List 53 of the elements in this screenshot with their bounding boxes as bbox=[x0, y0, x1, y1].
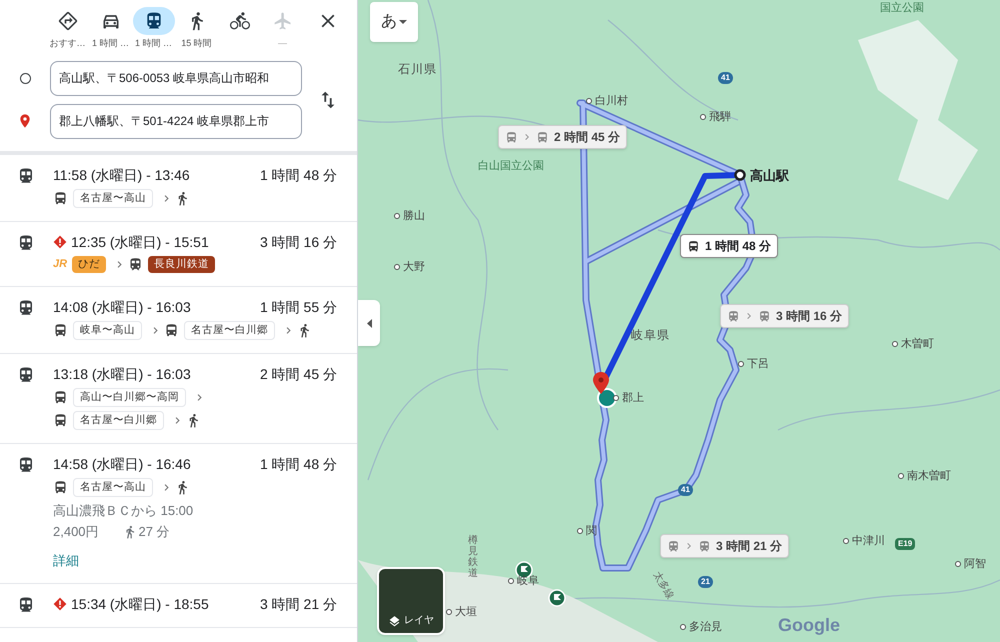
railway-label: 樽見鉄道 bbox=[468, 535, 478, 579]
departure-text: 高山濃飛ＢＣから 15:00 bbox=[53, 502, 194, 520]
road-shield: 21 bbox=[698, 576, 713, 588]
line-tag: 長良川鉄道 bbox=[148, 256, 216, 273]
duration: 1 時間 48 分 bbox=[260, 455, 337, 473]
town-label: 勝山 bbox=[403, 209, 425, 224]
duration: 1 時間 55 分 bbox=[260, 298, 337, 316]
time-range: 12:35 (水曜日) - 15:51 bbox=[71, 233, 209, 251]
line-tag: 岐阜〜高山 bbox=[73, 321, 142, 340]
town-label: 多治見 bbox=[689, 620, 722, 635]
town-label: 白川村 bbox=[595, 94, 628, 109]
road-shield: E19 bbox=[895, 538, 916, 550]
road-shield: 41 bbox=[678, 484, 693, 496]
line-tag: 名古屋〜白川郷 bbox=[184, 321, 275, 340]
fare-text: 2,400円 bbox=[53, 522, 99, 541]
town-label: 大垣 bbox=[455, 605, 477, 620]
duration: 3 時間 16 分 bbox=[776, 308, 842, 325]
station-label: 高山駅 bbox=[750, 167, 789, 185]
duration: 3 時間 21 分 bbox=[260, 594, 337, 612]
town-label: 阿智 bbox=[964, 557, 986, 572]
road-shield: 41 bbox=[718, 72, 733, 84]
duration: 1 時間 48 分 bbox=[705, 238, 772, 255]
duration: 2 時間 45 分 bbox=[260, 365, 337, 383]
town-label: 中津川 bbox=[852, 534, 885, 549]
park-label: 国立公園 bbox=[880, 0, 924, 16]
railway-label: 太多線 bbox=[650, 568, 676, 602]
town-label: 大野 bbox=[403, 260, 425, 275]
google-logo: Google bbox=[778, 614, 840, 637]
duration: 3 時間 21 分 bbox=[716, 538, 782, 555]
park-label: 白山国立公園 bbox=[478, 158, 544, 174]
operator-logo: JR bbox=[53, 257, 68, 272]
region-label: 石川県 bbox=[398, 61, 437, 78]
town-label: 郡上 bbox=[622, 391, 644, 406]
duration: 3 時間 16 分 bbox=[260, 233, 337, 251]
time-range: 14:08 (水曜日) - 16:03 bbox=[53, 298, 191, 316]
time-range: 13:18 (水曜日) - 16:03 bbox=[53, 365, 191, 383]
town-label: 岐阜 bbox=[517, 574, 539, 589]
line-tag: ひだ bbox=[72, 256, 106, 273]
line-tag: 名古屋〜高山 bbox=[73, 478, 153, 497]
walk-time: 27 分 bbox=[138, 523, 170, 541]
town-label: 南木曽町 bbox=[907, 468, 951, 484]
duration: 2 時間 45 分 bbox=[554, 129, 620, 146]
time-range: 14:58 (水曜日) - 16:46 bbox=[53, 455, 191, 473]
time-range: 15:34 (水曜日) - 18:55 bbox=[71, 594, 209, 612]
region-label: 岐阜県 bbox=[631, 327, 670, 344]
line-tag: 名古屋〜高山 bbox=[73, 189, 153, 208]
duration: 1 時間 48 分 bbox=[260, 166, 337, 184]
town-label: 木曽町 bbox=[901, 336, 934, 352]
line-tag: 名古屋〜白川郷 bbox=[73, 411, 164, 430]
line-tag: 高山〜白川郷〜高岡 bbox=[73, 388, 186, 407]
time-range: 11:58 (水曜日) - 13:46 bbox=[53, 166, 190, 184]
town-label: 飛騨 bbox=[709, 110, 731, 125]
town-label: 下呂 bbox=[747, 357, 769, 372]
